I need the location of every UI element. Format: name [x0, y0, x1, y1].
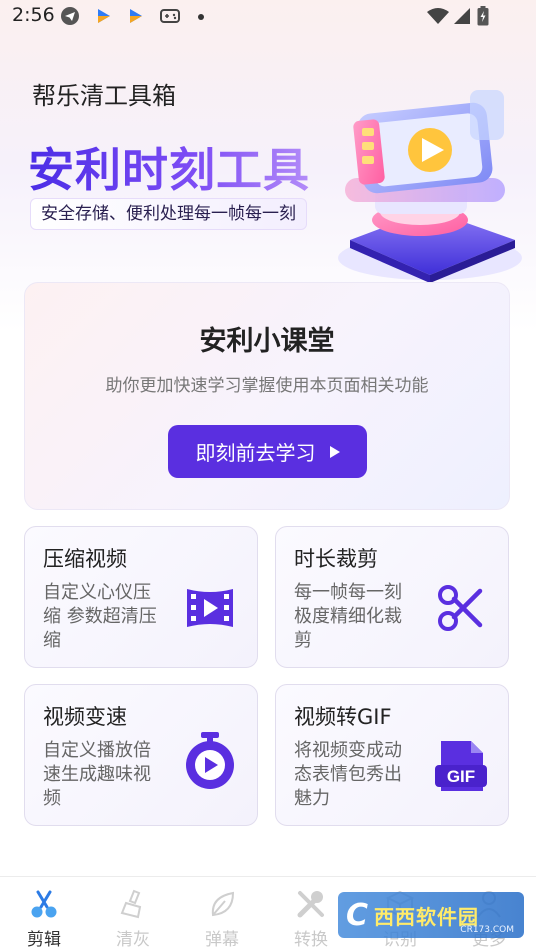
scissors-icon	[432, 579, 490, 637]
feature-description: 将视频变成动态表情包秀出魅力	[294, 740, 402, 809]
tools-icon	[294, 887, 328, 921]
feature-title: 视频转GIF	[294, 705, 392, 729]
feature-card-trim-duration[interactable]: 时长裁剪 每一帧每一刻极度精细化裁剪	[275, 526, 509, 668]
svg-text:GIF: GIF	[447, 767, 475, 786]
watermark-logo: C 西西软件园 CR173.COM	[338, 892, 524, 938]
feature-title: 视频变速	[43, 705, 127, 729]
gif-file-icon: GIF	[432, 737, 490, 795]
film-play-icon	[181, 579, 239, 637]
app-arrow-icon	[94, 6, 114, 26]
nav-item-convert[interactable]: 转换	[281, 887, 341, 948]
scissors-icon	[27, 887, 61, 921]
notification-dot-icon	[198, 14, 204, 20]
watermark-subtext: CR173.COM	[460, 925, 514, 935]
feature-title: 压缩视频	[43, 547, 127, 571]
gamepad-icon	[160, 6, 180, 26]
nav-label: 转换	[294, 930, 328, 948]
wifi-icon	[426, 6, 450, 26]
brush-icon	[116, 887, 150, 921]
nav-label: 剪辑	[27, 930, 61, 948]
leaf-icon	[205, 887, 239, 921]
app-arrow-icon	[126, 6, 146, 26]
feature-card-video-to-gif[interactable]: 视频转GIF 将视频变成动态表情包秀出魅力 GIF	[275, 684, 509, 826]
lesson-card: 安利小课堂 助你更加快速学习掌握使用本页面相关功能 即刻前去学习	[24, 282, 510, 510]
stopwatch-play-icon	[181, 731, 239, 789]
play-arrow-icon	[329, 445, 340, 458]
battery-charging-icon	[476, 6, 490, 26]
start-learning-label: 即刻前去学习	[195, 441, 316, 465]
feature-title: 时长裁剪	[294, 547, 378, 571]
start-learning-button[interactable]: 即刻前去学习	[168, 425, 367, 478]
feature-description: 自定义心仪压缩 参数超清压缩	[43, 582, 157, 651]
feature-description: 每一帧每一刻极度精细化裁剪	[294, 582, 402, 651]
video-player-illustration	[320, 80, 530, 285]
feature-card-video-speed[interactable]: 视频变速 自定义播放倍速生成趣味视频	[24, 684, 258, 826]
feature-card-compress-video[interactable]: 压缩视频 自定义心仪压缩 参数超清压缩	[24, 526, 258, 668]
lesson-description: 助你更加快速学习掌握使用本页面相关功能	[105, 376, 429, 396]
banner-title: 安利时刻工具	[28, 134, 310, 200]
nav-item-danmaku[interactable]: 弹幕	[192, 887, 252, 948]
signal-icon	[452, 6, 472, 26]
nav-label: 清灰	[116, 930, 150, 948]
status-time: 2:56	[12, 4, 55, 26]
nav-item-clean[interactable]: 清灰	[103, 887, 163, 948]
app-title: 帮乐清工具箱	[32, 82, 176, 110]
telegram-icon	[60, 6, 80, 26]
feature-description: 自定义播放倍速生成趣味视频	[43, 740, 151, 809]
nav-item-edit[interactable]: 剪辑	[14, 887, 74, 948]
banner-subtitle: 安全存储、便利处理每一帧每一刻	[30, 198, 307, 230]
nav-label: 弹幕	[205, 930, 239, 948]
status-bar: 2:56	[0, 0, 536, 32]
watermark-c-mark: C	[346, 897, 369, 933]
lesson-title: 安利小课堂	[199, 326, 335, 357]
